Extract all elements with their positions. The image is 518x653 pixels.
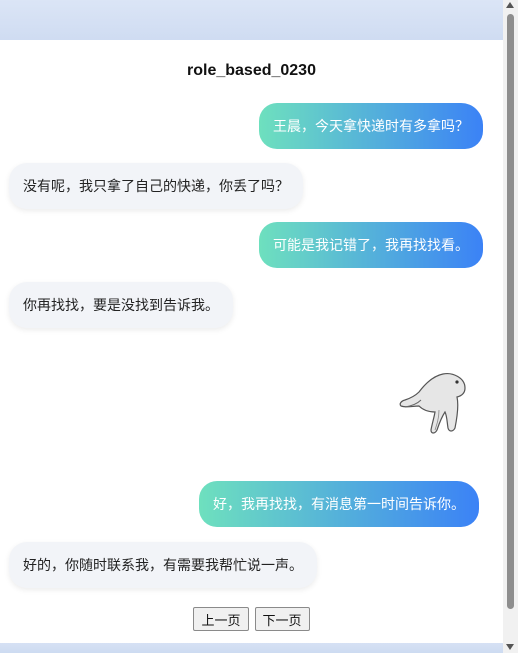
scroll-thumb[interactable] <box>507 14 514 609</box>
chat-title: role_based_0230 <box>187 62 316 79</box>
message-bubble-sent: 好，我再找找，有消息第一时间告诉你。 <box>199 481 479 527</box>
message-text: 好的，你随时联系我，有需要我帮忙说一声。 <box>23 558 303 574</box>
message-bubble-received: 好的，你随时联系我，有需要我帮忙说一声。 <box>9 542 317 588</box>
scroll-down-arrow-icon[interactable] <box>506 644 514 650</box>
cat-hand-sticker-icon <box>395 366 471 442</box>
message-text: 你再找找，要是没找到告诉我。 <box>23 298 219 314</box>
prev-page-button[interactable]: 上一页 <box>193 607 249 631</box>
message-text: 没有呢，我只拿了自己的快递，你丢了吗？ <box>23 179 289 195</box>
message-bubble-sent: 王晨，今天拿快递时有多拿吗？ <box>259 103 483 149</box>
next-page-button[interactable]: 下一页 <box>254 607 310 631</box>
pagination: 上一页 下一页 <box>0 607 503 631</box>
vertical-scrollbar[interactable] <box>503 0 518 653</box>
message-text: 王晨，今天拿快递时有多拿吗？ <box>273 119 469 135</box>
message-text: 可能是我记错了，我再找找看。 <box>273 238 469 254</box>
bottom-band <box>0 643 503 653</box>
scroll-up-arrow-icon[interactable] <box>506 2 514 8</box>
chat-panel: role_based_0230 王晨，今天拿快递时有多拿吗？ 没有呢，我只拿了自… <box>0 40 503 643</box>
message-text: 好，我再找找，有消息第一时间告诉你。 <box>213 497 465 513</box>
message-bubble-sent: 可能是我记错了，我再找找看。 <box>259 222 483 268</box>
message-bubble-received: 没有呢，我只拿了自己的快递，你丢了吗？ <box>9 163 303 209</box>
top-band <box>0 0 503 40</box>
message-bubble-received: 你再找找，要是没找到告诉我。 <box>9 282 233 328</box>
